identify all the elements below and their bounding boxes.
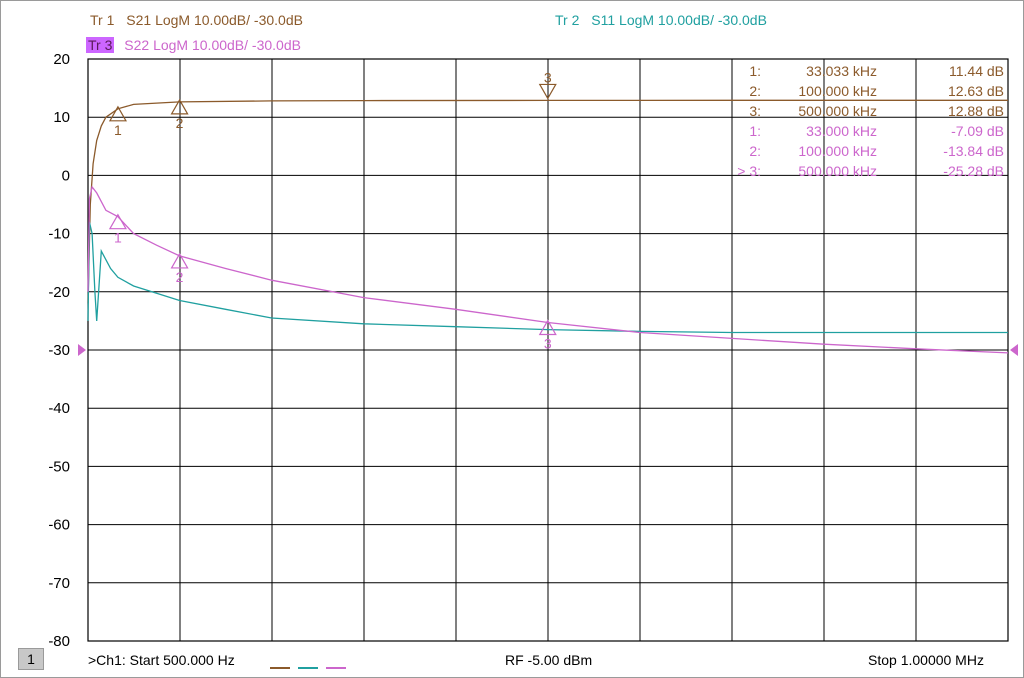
marker-readout-number: 2:	[749, 143, 761, 159]
marker-number-label: 1	[114, 230, 122, 246]
marker-number-label: 2	[176, 115, 184, 131]
marker-readout-value: 11.44 dB	[949, 63, 1004, 79]
y-tick-label: -70	[48, 575, 70, 592]
legend-swatch-s22	[326, 666, 346, 669]
marker-readout-frequency: 500.000 kHz	[798, 163, 877, 179]
marker-readout-frequency: 33.033 kHz	[806, 63, 877, 79]
y-tick-label: -20	[48, 284, 70, 301]
marker-readout-number: 1:	[749, 63, 761, 79]
marker-readout-frequency: 100.000 kHz	[798, 143, 877, 159]
legend-swatch-s11	[298, 666, 318, 669]
marker-number-label: 3	[544, 336, 552, 352]
y-tick-label: -30	[48, 342, 70, 359]
marker-readout-number: 2:	[749, 83, 761, 99]
marker-readout-frequency: 500.000 kHz	[798, 103, 877, 119]
marker-number-label: 1	[114, 122, 122, 138]
legend-swatch-s21	[270, 666, 290, 669]
y-tick-label: 20	[53, 51, 70, 68]
reference-level-arrow-right	[1010, 344, 1018, 356]
reference-level-arrow-left	[78, 344, 86, 356]
y-tick-label: 10	[53, 109, 70, 126]
marker-readout-number: 3:	[749, 103, 761, 119]
plot-area[interactable]: 20100-10-20-30-40-50-60-70-801 231231: 33.…	[0, 0, 1024, 678]
y-tick-label: -10	[48, 226, 70, 243]
marker-readout-value: -13.84 dB	[943, 143, 1004, 159]
marker-readout-number: 1:	[749, 123, 761, 139]
trace-color-legend	[270, 659, 354, 677]
marker-readout-frequency: 100.000 kHz	[798, 83, 877, 99]
y-tick-label: -80	[48, 633, 70, 650]
stop-frequency: Stop 1.00000 MHz	[868, 652, 984, 668]
marker-readout-value: 12.88 dB	[948, 103, 1004, 119]
start-frequency: >Ch1: Start 500.000 Hz	[88, 652, 235, 668]
y-tick-label: -60	[48, 517, 70, 534]
marker-number-label: 3	[544, 69, 552, 85]
marker-number-label: 2	[176, 269, 184, 285]
y-tick-label: -50	[48, 458, 70, 475]
marker-readout-number: > 3:	[737, 163, 761, 179]
marker-readout-value: -25.28 dB	[943, 163, 1004, 179]
channel-badge[interactable]: 1	[18, 648, 44, 670]
y-tick-label: 0	[62, 167, 70, 184]
y-tick-label: -40	[48, 400, 70, 417]
marker-readout-value: -7.09 dB	[951, 123, 1004, 139]
rf-power: RF -5.00 dBm	[505, 652, 593, 668]
marker-readout-value: 12.63 dB	[948, 83, 1004, 99]
marker-readout-frequency: 33.000 kHz	[806, 123, 877, 139]
